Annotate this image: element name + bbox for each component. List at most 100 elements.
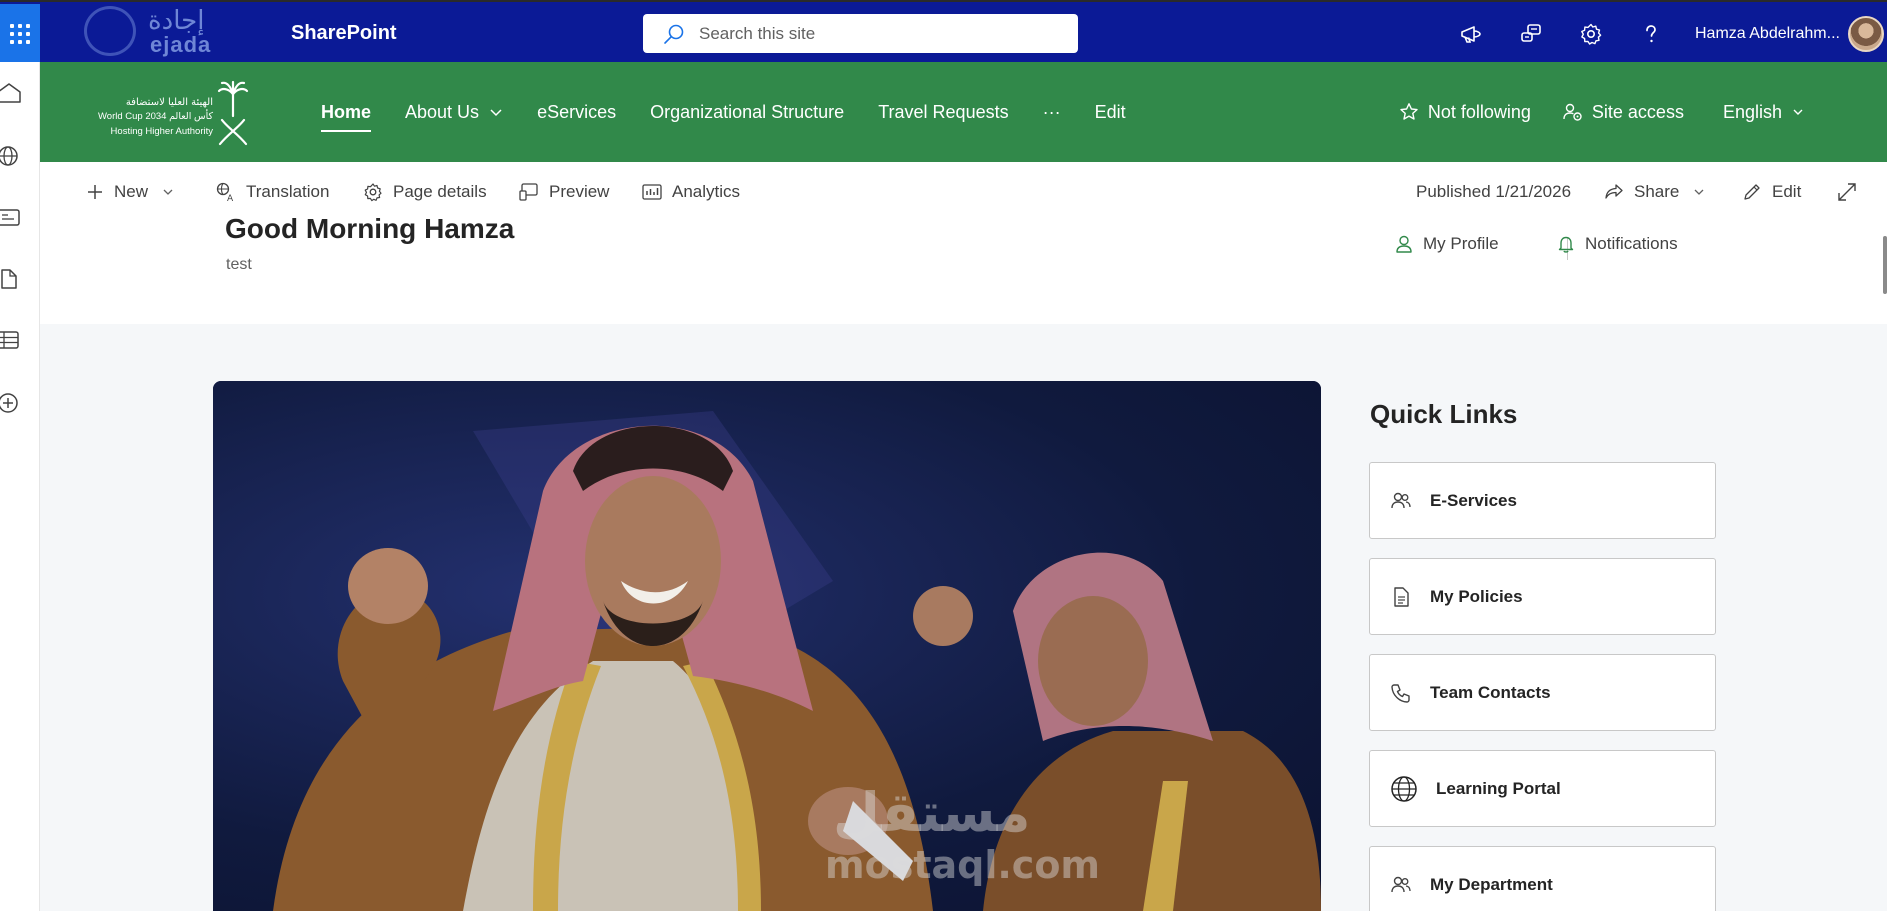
nav-item-label: Travel Requests — [878, 101, 1009, 122]
news-icon[interactable] — [0, 206, 22, 228]
preview-label: Preview — [549, 182, 610, 201]
svg-text:A: A — [227, 194, 234, 202]
avatar[interactable] — [1848, 16, 1884, 52]
gear-icon — [364, 183, 382, 202]
brand-logo-mark — [84, 6, 136, 56]
app-bar — [0, 62, 40, 911]
expand-icon — [1838, 183, 1856, 201]
watermark-arabic: مستقل — [833, 781, 1031, 844]
site-nav: Home About Us eServices Organizational S… — [321, 62, 1160, 162]
globe-icon[interactable] — [0, 145, 22, 167]
people-settings-icon — [1563, 103, 1582, 121]
published-label: Published 1/21/2026 — [1416, 182, 1572, 201]
phone-icon — [1391, 683, 1410, 703]
new-button[interactable]: New — [86, 162, 184, 222]
people-icon — [1391, 876, 1411, 892]
gear-icon[interactable] — [1575, 18, 1607, 50]
user-name[interactable]: Hamza Abdelrahm... — [1695, 25, 1840, 43]
site-access-button[interactable]: Site access — [1563, 102, 1684, 123]
notifications-link[interactable]: Notifications — [1556, 234, 1678, 254]
home-icon[interactable] — [0, 82, 22, 104]
my-profile-label: My Profile — [1423, 234, 1499, 253]
analytics-icon — [642, 184, 662, 200]
suite-bar: إجادة ejada SharePoint Hamza Abdelrahm..… — [0, 0, 1887, 64]
nav-edit-link[interactable]: Edit — [1095, 102, 1126, 123]
megaphone-icon[interactable] — [1455, 18, 1487, 50]
nav-item-label: Home — [321, 101, 372, 122]
edit-button[interactable]: Edit — [1742, 162, 1801, 222]
quick-link-label: My Policies — [1430, 586, 1523, 606]
nav-item-organizational-structure[interactable]: Organizational Structure — [650, 102, 844, 123]
published-status: Published 1/21/2026 — [1416, 162, 1571, 222]
brand-logo-latin: ejada — [150, 32, 212, 57]
quick-link-learning-portal[interactable]: Learning Portal — [1369, 750, 1716, 827]
share-button[interactable]: Share — [1604, 162, 1715, 222]
language-dropdown[interactable]: English — [1723, 102, 1804, 123]
notifications-label: Notifications — [1585, 234, 1678, 253]
nav-item-label: Edit — [1094, 101, 1126, 122]
share-label: Share — [1634, 182, 1680, 201]
search-icon — [664, 24, 684, 44]
page-title: Good Morning Hamza — [225, 213, 515, 244]
analytics-button[interactable]: Analytics — [642, 162, 740, 222]
chevron-down-icon — [163, 189, 173, 195]
quick-link-label: Learning Portal — [1436, 778, 1561, 798]
page-subtitle: test — [226, 256, 252, 273]
nav-item-label: About Us — [405, 101, 480, 122]
nav-item-home[interactable]: Home — [321, 101, 372, 132]
translation-icon: A — [216, 182, 234, 202]
feedback-icon[interactable] — [1515, 18, 1547, 50]
chevron-down-icon — [490, 109, 502, 117]
help-icon[interactable] — [1635, 18, 1667, 50]
quick-link-label: My Department — [1430, 874, 1553, 894]
language-label: English — [1722, 101, 1782, 122]
add-icon — [88, 185, 102, 199]
nav-item-eservices[interactable]: eServices — [537, 102, 616, 123]
star-icon — [1400, 103, 1418, 120]
bell-icon — [1558, 236, 1574, 253]
preview-icon — [519, 183, 538, 201]
site-logo-line2: World Cup 2034 كأس العالم — [97, 111, 213, 122]
site-header: الهيئة العليا لاستضافة World Cup 2034 كأ… — [40, 62, 1887, 162]
search-box[interactable] — [643, 14, 1078, 53]
site-logo[interactable]: الهيئة العليا لاستضافة World Cup 2034 كأ… — [78, 80, 258, 146]
quick-links-title: Quick Links — [1370, 399, 1518, 429]
site-logo-arabic: الهيئة العليا لاستضافة — [125, 97, 213, 108]
document-icon — [1394, 586, 1409, 607]
chevron-down-icon — [1694, 189, 1704, 195]
document-icon[interactable] — [0, 268, 22, 290]
preview-button[interactable]: Preview — [519, 162, 609, 222]
page-scrollbar[interactable] — [1883, 236, 1887, 294]
translation-label: Translation — [246, 182, 330, 201]
quick-link-label: E-Services — [1430, 490, 1517, 510]
globe-icon — [1391, 775, 1417, 802]
expand-button[interactable] — [1837, 162, 1867, 222]
nav-more-button[interactable]: ··· — [1043, 102, 1061, 123]
quick-link-e-services[interactable]: E-Services — [1369, 462, 1716, 539]
watermark-latin: mostaql.com — [825, 843, 1101, 887]
quick-link-my-policies[interactable]: My Policies — [1369, 558, 1716, 635]
person-icon — [1396, 235, 1412, 253]
nav-item-label: eServices — [537, 101, 617, 122]
nav-item-travel-requests[interactable]: Travel Requests — [878, 102, 1008, 123]
quick-link-my-department[interactable]: My Department — [1369, 846, 1716, 911]
pencil-icon — [1744, 184, 1760, 200]
follow-button[interactable]: Not following — [1399, 102, 1531, 123]
create-icon[interactable] — [0, 392, 22, 414]
analytics-label: Analytics — [672, 182, 741, 201]
hero-photo — [273, 411, 1321, 911]
list-icon[interactable] — [0, 329, 22, 351]
more-icon: ··· — [1042, 101, 1061, 122]
nav-item-label: Organizational Structure — [650, 101, 845, 122]
app-name[interactable]: SharePoint — [291, 22, 397, 45]
chevron-down-icon — [1793, 109, 1803, 115]
hero-image[interactable]: مستقل mostaql.com — [213, 381, 1321, 911]
nav-item-about-us[interactable]: About Us — [405, 102, 503, 123]
search-input[interactable] — [699, 23, 1059, 44]
people-icon — [1391, 492, 1411, 508]
app-launcher-button[interactable] — [0, 4, 40, 64]
quick-link-team-contacts[interactable]: Team Contacts — [1369, 654, 1716, 731]
my-profile-link[interactable]: My Profile — [1394, 234, 1499, 254]
follow-label: Not following — [1427, 101, 1531, 122]
site-actions: Not following Site access English — [1399, 62, 1887, 162]
